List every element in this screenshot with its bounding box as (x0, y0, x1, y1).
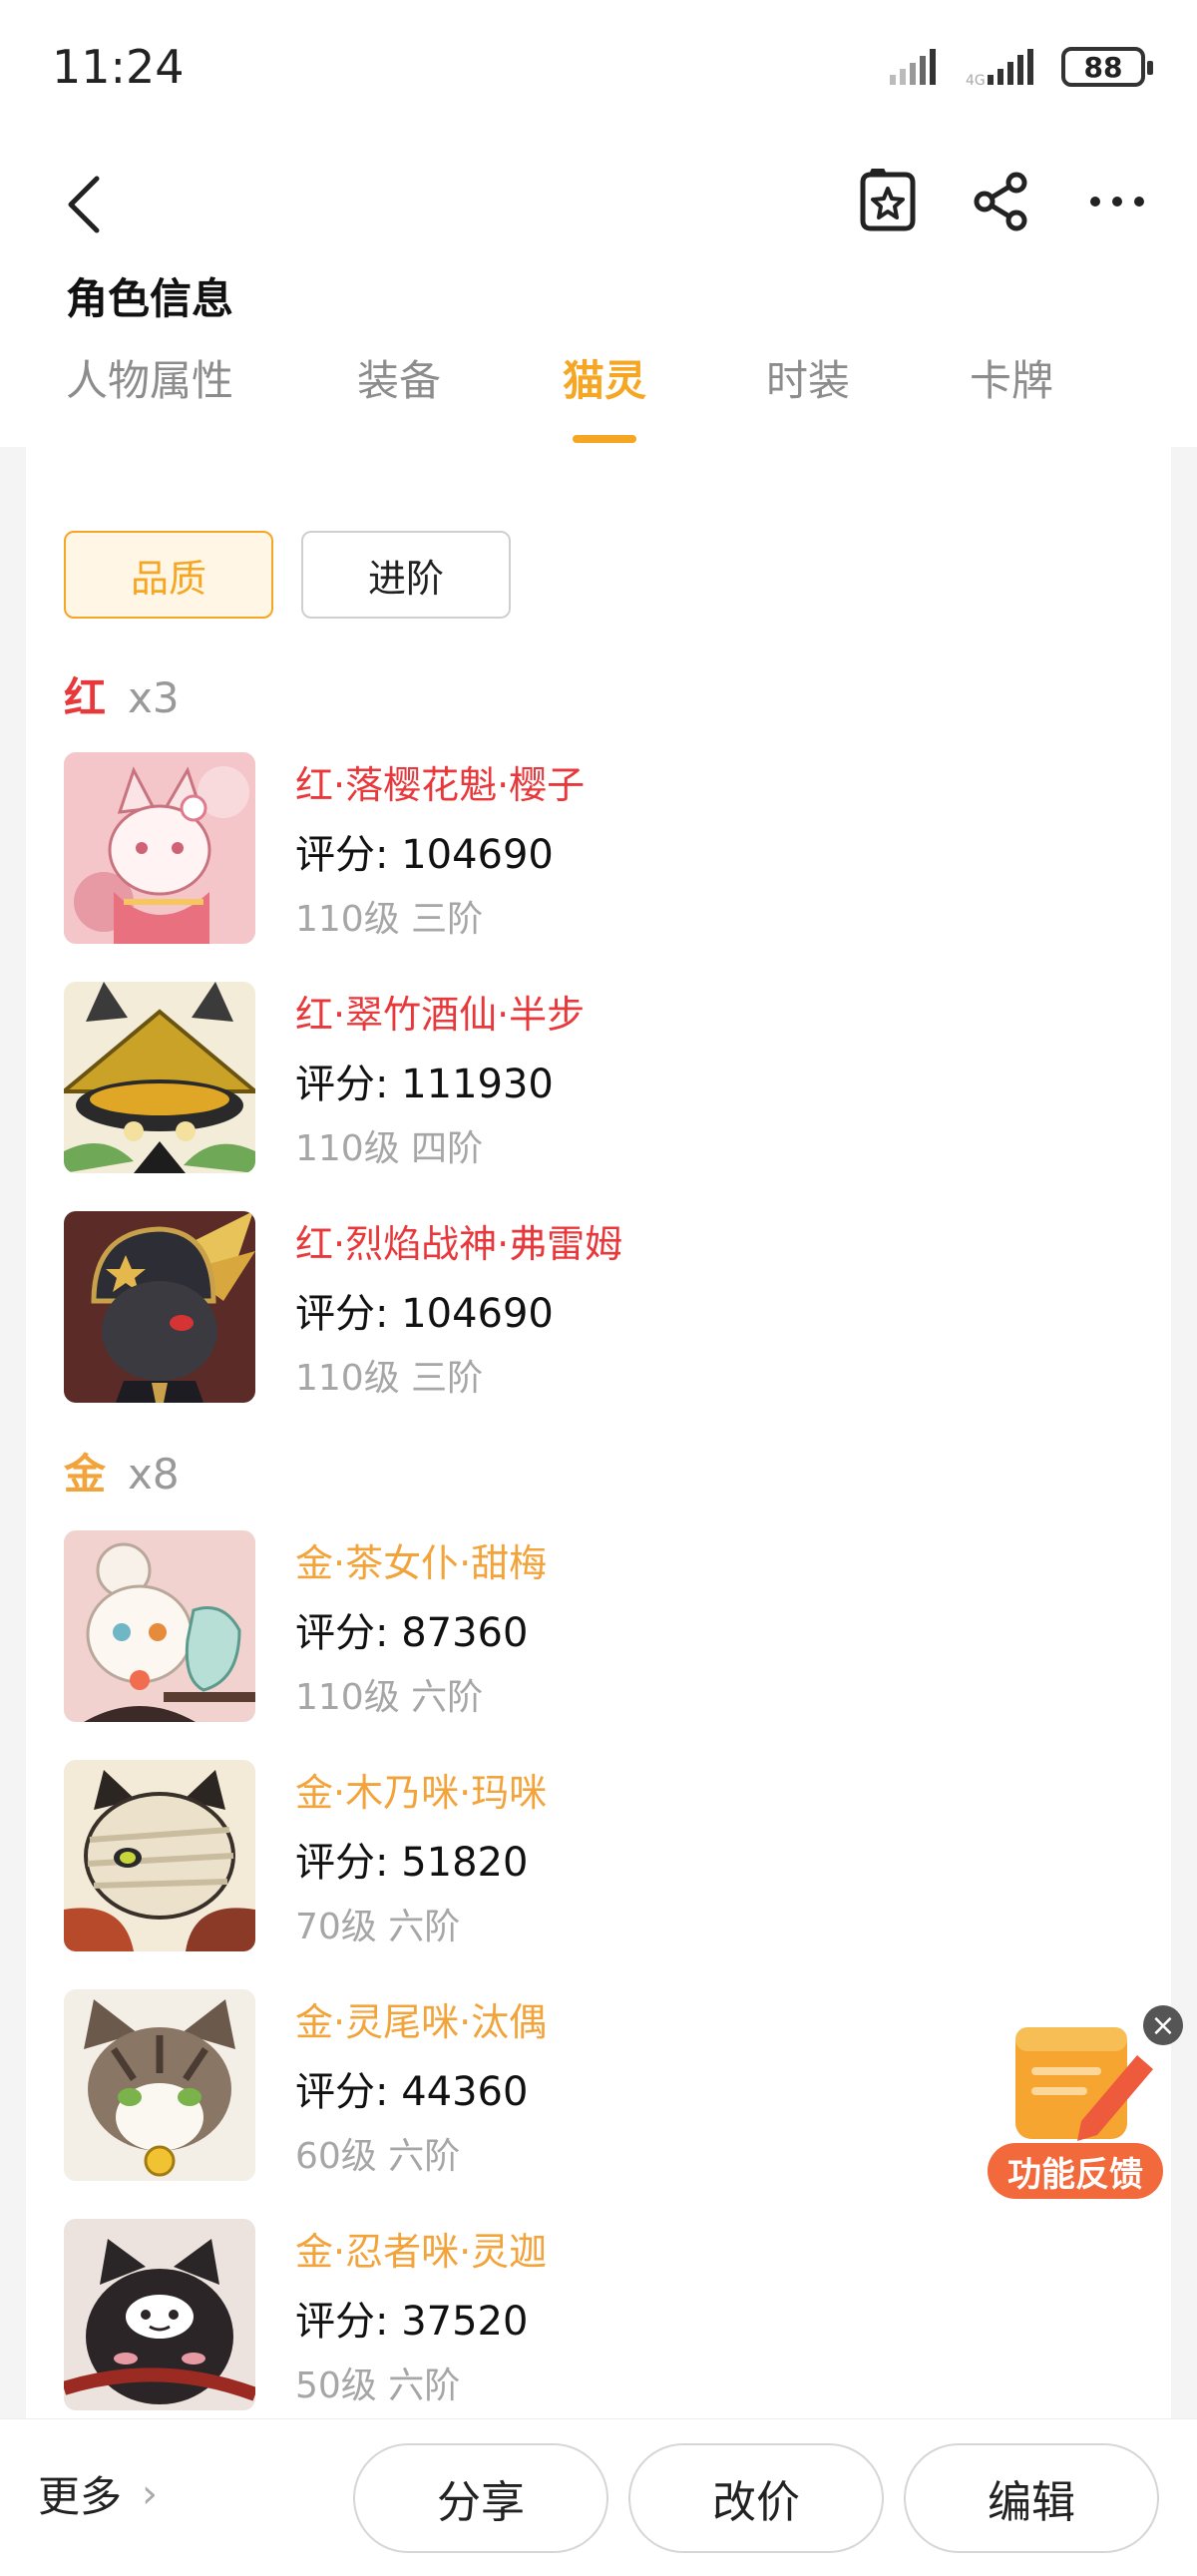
tab-attributes[interactable]: 人物属性 (66, 347, 233, 447)
group-header-red: 红 x3 (64, 664, 180, 725)
pet-item[interactable]: 金·灵尾咪·汰偶 评分: 44360 60级 六阶 (64, 1989, 1141, 2189)
tabby-cat-bell-icon (64, 1989, 255, 2181)
tab-fashion[interactable]: 时装 (766, 347, 850, 447)
tab-label: 人物属性 (66, 356, 234, 405)
chevron-left-icon (68, 176, 100, 233)
pet-score: 评分: 111930 (295, 1062, 554, 1107)
edit-label: 编辑 (988, 2477, 1075, 2528)
tab-active-indicator (573, 435, 636, 443)
pet-level: 50级 六阶 (295, 2365, 461, 2406)
filter-label: 进阶 (367, 556, 444, 601)
group-count: x3 (128, 673, 180, 722)
share-label: 分享 (437, 2477, 525, 2528)
filter-quality-button[interactable]: 品质 (64, 531, 273, 619)
pet-score: 评分: 37520 (295, 2299, 529, 2345)
pet-name: 金·忍者咪·灵迦 (295, 2230, 548, 2274)
pet-avatar (64, 2219, 255, 2410)
battery-icon: 88 (1061, 47, 1153, 87)
pet-level: 110级 三阶 (295, 1358, 484, 1399)
pet-item[interactable]: 金·忍者咪·灵迦 评分: 37520 50级 六阶 (64, 2219, 1141, 2418)
pet-score: 评分: 104690 (295, 1291, 554, 1337)
pet-avatar (64, 752, 255, 944)
pet-level: 70级 六阶 (295, 1907, 461, 1947)
tab-label: 猫灵 (563, 356, 647, 405)
pet-item[interactable]: 红·烈焰战神·弗雷姆 评分: 104690 110级 三阶 (64, 1211, 1141, 1411)
mummy-cat-icon (64, 1760, 255, 1951)
filter-advance-button[interactable]: 进阶 (301, 531, 511, 619)
pet-name: 红·烈焰战神·弗雷姆 (295, 1222, 623, 1266)
nav-bar (0, 150, 1197, 259)
pet-level: 110级 六阶 (295, 1677, 484, 1718)
pet-name: 红·翠竹酒仙·半步 (295, 993, 586, 1037)
signal-icon (890, 49, 936, 85)
tab-label: 卡牌 (970, 356, 1054, 405)
share-top-button[interactable] (964, 164, 1039, 239)
tab-cat-spirits[interactable]: 猫灵 (563, 347, 646, 447)
pet-level: 60级 六阶 (295, 2136, 461, 2177)
feedback-label: 功能反馈 (988, 2143, 1163, 2199)
tab-cards[interactable]: 卡牌 (970, 347, 1053, 447)
pet-item[interactable]: 红·落樱花魁·樱子 评分: 104690 110级 三阶 (64, 752, 1141, 952)
pet-level: 110级 四阶 (295, 1128, 484, 1169)
notepad-pencil-icon (1015, 2027, 1153, 2141)
status-icons: 4G 88 (888, 44, 1153, 90)
pet-name: 金·灵尾咪·汰偶 (295, 2000, 548, 2044)
pet-name: 金·木乃咪·玛咪 (295, 1771, 548, 1815)
pet-score: 评分: 44360 (295, 2069, 529, 2115)
bookmark-star-icon (860, 169, 916, 231)
change-price-button[interactable]: 改价 (628, 2443, 884, 2553)
group-name: 红 (64, 673, 107, 722)
tab-label: 装备 (357, 356, 442, 405)
back-button[interactable] (50, 170, 120, 239)
pet-item[interactable]: 金·茶女仆·甜梅 评分: 87360 110级 六阶 (64, 1530, 1141, 1730)
change-price-label: 改价 (712, 2477, 800, 2528)
share-button[interactable]: 分享 (353, 2443, 608, 2553)
close-icon[interactable]: × (1143, 2005, 1183, 2045)
pet-avatar (64, 1530, 255, 1722)
pet-item[interactable]: 金·木乃咪·玛咪 评分: 51820 70级 六阶 (64, 1760, 1141, 1959)
black-cat-straw-hat-icon (64, 982, 255, 1173)
filter-label: 品质 (130, 556, 206, 601)
pink-kitsune-cat-icon (64, 752, 255, 944)
tab-equipment[interactable]: 装备 (357, 347, 441, 447)
chevron-right-icon: › (142, 2470, 159, 2517)
status-time: 11:24 (52, 40, 185, 94)
pet-avatar (64, 1211, 255, 1403)
pet-score: 评分: 51820 (295, 1840, 529, 1886)
signal-icon-2: 4G (966, 49, 1033, 87)
tab-label: 时装 (766, 356, 851, 405)
bottom-bar: 更多 › 分享 改价 编辑 (0, 2418, 1197, 2576)
feedback-floating-button[interactable]: 功能反馈 × (988, 2005, 1183, 2205)
more-link[interactable]: 更多 › (38, 2463, 158, 2524)
tab-bar: 人物属性 装备 猫灵 时装 卡牌 (0, 347, 1197, 447)
svg-text:4G: 4G (966, 73, 986, 87)
top-area: 11:24 4G 88 角色信息 人物属性 装备 猫灵 时装 卡牌 (0, 0, 1197, 447)
black-ninja-cat-icon (64, 2219, 255, 2410)
group-header-gold: 金 x8 (64, 1441, 180, 1502)
pet-name: 红·落樱花魁·樱子 (295, 763, 586, 807)
pet-name: 金·茶女仆·甜梅 (295, 1541, 548, 1585)
dark-cat-golden-helmet-icon (64, 1211, 255, 1403)
pet-avatar (64, 982, 255, 1173)
group-count: x8 (128, 1450, 180, 1499)
more-options-button[interactable] (1077, 164, 1157, 239)
pet-avatar (64, 1989, 255, 2181)
pet-avatar (64, 1760, 255, 1951)
favorite-button[interactable] (850, 164, 926, 239)
share-icon (974, 172, 1027, 231)
page-title: 角色信息 (66, 274, 234, 323)
edit-button[interactable]: 编辑 (904, 2443, 1159, 2553)
more-label: 更多 (38, 2472, 123, 2521)
more-dots-icon (1090, 197, 1144, 207)
status-bar: 11:24 4G 88 (0, 0, 1197, 140)
pet-level: 110级 三阶 (295, 899, 484, 940)
pet-score: 评分: 104690 (295, 832, 554, 878)
white-cat-maid-teapot-icon (64, 1530, 255, 1722)
pet-score: 评分: 87360 (295, 1610, 529, 1656)
group-name: 金 (64, 1450, 107, 1499)
pet-item[interactable]: 红·翠竹酒仙·半步 评分: 111930 110级 四阶 (64, 982, 1141, 1181)
